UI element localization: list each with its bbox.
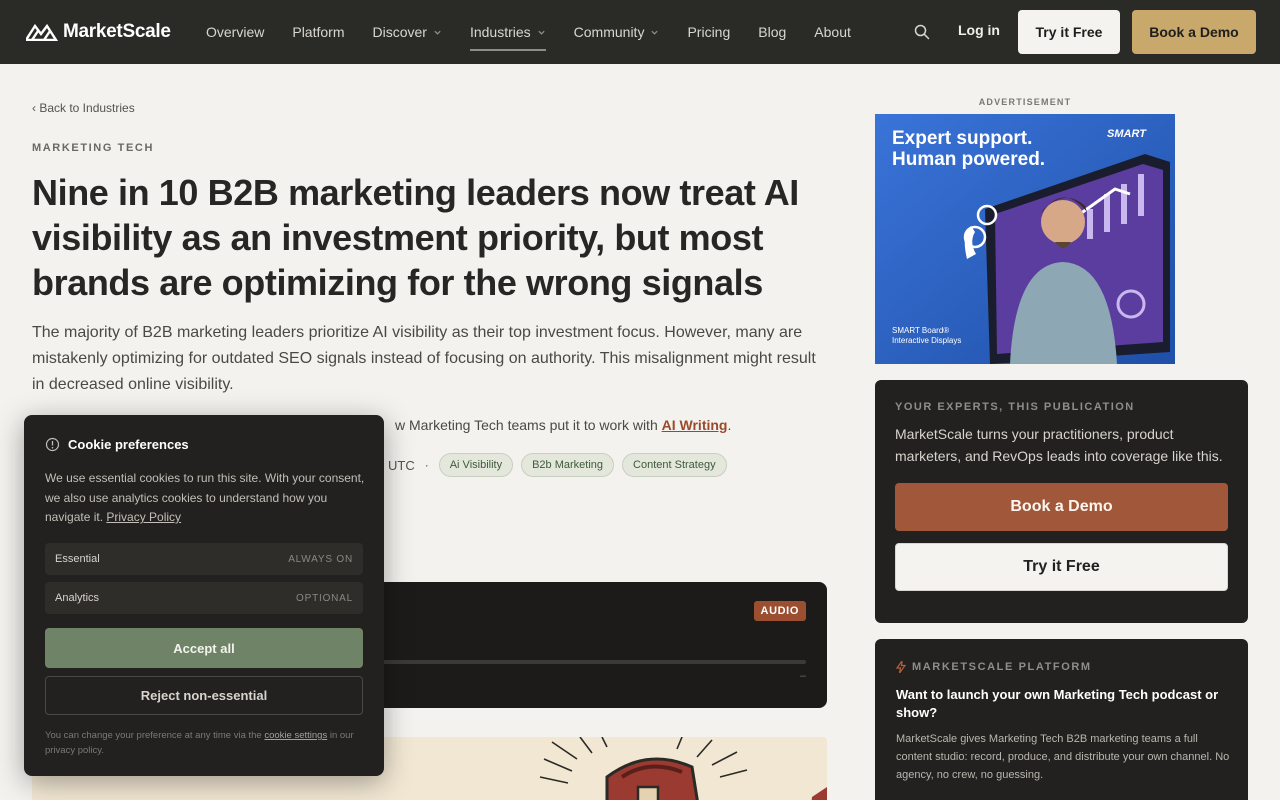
ad-footnote-line2: Interactive Displays <box>892 336 962 345</box>
accept-all-button[interactable]: Accept all <box>45 628 363 668</box>
platform-promo-card: MARKETSCALE PLATFORM Want to launch your… <box>875 639 1248 800</box>
nav-discover[interactable]: Discover <box>358 0 455 64</box>
nav-discover-label: Discover <box>372 24 427 40</box>
article-headline: Nine in 10 B2B marketing leaders now tre… <box>32 172 799 303</box>
nav-about-label: About <box>814 24 851 40</box>
analytics-label: Analytics <box>55 592 100 604</box>
cookie-row-analytics[interactable]: Analytics OPTIONAL <box>45 582 363 614</box>
platform-title: Want to launch your own Marketing Tech p… <box>896 687 1219 720</box>
article-dek: The majority of B2B marketing leaders pr… <box>32 324 816 393</box>
smart-board-ad[interactable]: Expert support. Human powered. SMART SMA… <box>875 114 1175 364</box>
see-how-suffix: . <box>727 417 732 433</box>
cookie-header: Cookie preferences <box>45 437 189 452</box>
cookie-description: We use essential cookies to run this sit… <box>45 469 367 528</box>
platform-body: MarketScale gives Marketing Tech B2B mar… <box>896 733 1230 781</box>
cookie-title: Cookie preferences <box>68 437 189 452</box>
experts-cta-card: YOUR EXPERTS, THIS PUBLICATION MarketSca… <box>875 380 1248 623</box>
nav-platform-label: Platform <box>292 24 345 40</box>
platform-eyebrow-text: MARKETSCALE PLATFORM <box>912 661 1092 673</box>
essential-status: ALWAYS ON <box>288 553 353 565</box>
nav-pricing-label: Pricing <box>687 24 731 40</box>
nav-about[interactable]: About <box>800 0 865 64</box>
ad-headline: Expert support. Human powered. <box>892 128 1092 170</box>
reject-non-essential-button[interactable]: Reject non-essential <box>45 676 363 715</box>
chevron-down-icon <box>538 30 545 35</box>
top-navigation: MarketScale Overview Platform Discover I… <box>0 0 1280 64</box>
nav-platform[interactable]: Platform <box>278 0 358 64</box>
nav-overview-label: Overview <box>206 24 265 40</box>
see-how-text: w Marketing Tech teams put it to work wi… <box>395 417 662 433</box>
publish-time: UTC <box>388 457 415 473</box>
nav-blog[interactable]: Blog <box>744 0 800 64</box>
essential-label: Essential <box>55 553 100 565</box>
nav-community-label: Community <box>573 24 645 40</box>
smart-brand-logo: SMART <box>1107 128 1146 140</box>
lightning-bolt-icon <box>896 661 906 673</box>
ad-headline-line2: Human powered. <box>892 149 1046 170</box>
experts-eyebrow: YOUR EXPERTS, THIS PUBLICATION <box>895 401 1135 413</box>
cookie-row-essential: Essential ALWAYS ON <box>45 543 363 575</box>
cookie-footnote: You can change your preference at any ti… <box>45 728 367 758</box>
cookie-description-text: We use essential cookies to run this sit… <box>45 471 365 524</box>
nav-industries[interactable]: Industries <box>456 0 560 64</box>
nav-industries-label: Industries <box>469 24 531 40</box>
cookie-preferences-dialog: Cookie preferences We use essential cook… <box>24 415 384 776</box>
privacy-policy-link[interactable]: Privacy Policy <box>106 510 181 524</box>
experts-description: MarketScale turns your practitioners, pr… <box>895 426 1223 464</box>
ad-footnote: SMART Board® Interactive Displays <box>892 326 961 346</box>
tag-b2b-marketing[interactable]: B2b Marketing <box>521 453 615 477</box>
platform-eyebrow: MARKETSCALE PLATFORM <box>896 661 1092 673</box>
nav-overview[interactable]: Overview <box>192 0 278 64</box>
book-demo-button[interactable]: Book a Demo <box>1132 10 1256 54</box>
logo-text: MarketScale <box>63 21 171 42</box>
article-category: MARKETING TECH <box>32 142 155 154</box>
nav-blog-label: Blog <box>758 24 787 40</box>
see-how-line: w Marketing Tech teams put it to work wi… <box>395 417 731 433</box>
sidebar-book-demo-button[interactable]: Book a Demo <box>895 483 1228 531</box>
ai-writing-link[interactable]: AI Writing <box>662 417 728 433</box>
cookie-footnote-text: You can change your preference at any ti… <box>45 730 265 741</box>
tag-content-strategy[interactable]: Content Strategy <box>622 453 727 477</box>
marketscale-logo[interactable]: MarketScale <box>26 20 171 44</box>
nav-community[interactable]: Community <box>560 0 674 64</box>
main-menu: Overview Platform Discover Industries Co… <box>192 0 865 64</box>
sidebar-try-free-button[interactable]: Try it Free <box>895 543 1228 591</box>
login-link[interactable]: Log in <box>958 22 1000 38</box>
try-free-button[interactable]: Try it Free <box>1018 10 1120 54</box>
audio-duration: – <box>799 670 806 682</box>
article-meta: UTC · Ai Visibility B2b Marketing Conten… <box>388 453 727 477</box>
chevron-down-icon <box>651 30 659 35</box>
nav-pricing[interactable]: Pricing <box>673 0 744 64</box>
cookie-settings-link[interactable]: cookie settings <box>264 730 327 741</box>
advertisement-label: ADVERTISEMENT <box>978 97 1072 107</box>
back-to-industries-link[interactable]: ‹ Back to Industries <box>32 101 135 115</box>
marketscale-logo-icon <box>26 23 59 41</box>
info-icon <box>45 437 60 452</box>
meta-separator: · <box>424 458 429 472</box>
chevron-down-icon <box>434 30 441 35</box>
tag-ai-visibility[interactable]: Ai Visibility <box>438 453 514 477</box>
ad-footnote-line1: SMART Board® <box>892 326 950 335</box>
ad-headline-line1: Expert support. <box>892 128 1033 149</box>
audio-badge: AUDIO <box>753 601 806 621</box>
search-icon[interactable] <box>913 23 931 41</box>
analytics-status: OPTIONAL <box>296 592 353 604</box>
